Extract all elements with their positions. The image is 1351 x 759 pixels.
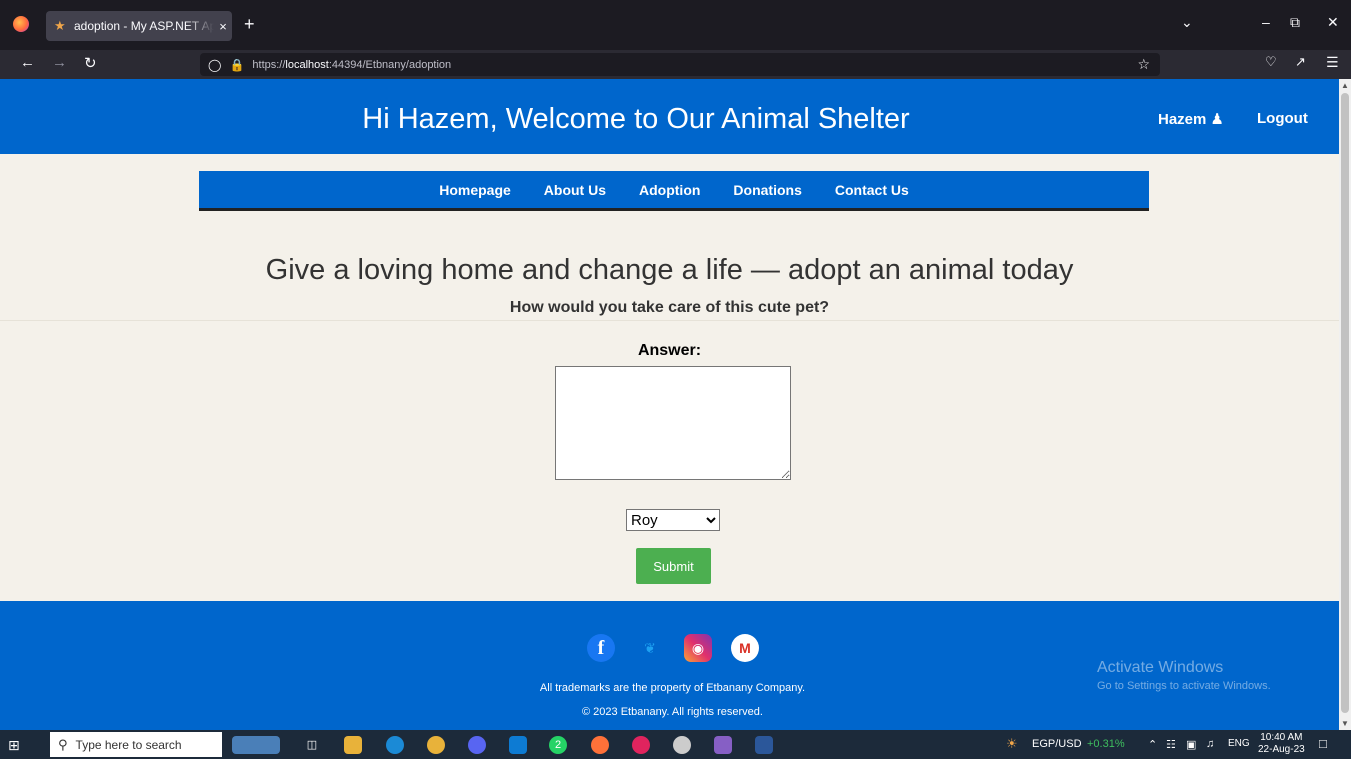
close-icon[interactable]: ✕ xyxy=(1327,14,1339,31)
visual-studio-icon[interactable] xyxy=(714,736,732,754)
menu-about-us[interactable]: About Us xyxy=(544,182,606,198)
chrome-icon[interactable] xyxy=(427,736,445,754)
ticker-change: +0.31% xyxy=(1087,738,1125,750)
edge-icon[interactable] xyxy=(386,736,404,754)
notification-icon[interactable]: □ xyxy=(1319,736,1327,751)
logout-link[interactable]: Logout xyxy=(1257,110,1308,127)
question-text: How would you take care of this cute pet… xyxy=(509,299,830,316)
activate-title: Activate Windows xyxy=(1097,659,1224,676)
menu-contact-us[interactable]: Contact Us xyxy=(835,182,909,198)
tray-network-icon[interactable]: ☷ xyxy=(1166,738,1176,751)
activate-subtitle: Go to Settings to activate Windows. xyxy=(1097,680,1271,692)
lead-heading: Give a loving home and change a life — a… xyxy=(265,254,1074,286)
firefox-icon[interactable] xyxy=(13,16,29,32)
web-page: Hi Hazem, Welcome to Our Animal Shelter … xyxy=(0,79,1339,730)
divider xyxy=(0,320,1339,321)
app-icon[interactable] xyxy=(673,736,691,754)
twitter-icon[interactable]: ❦ xyxy=(636,634,664,662)
answer-label: Answer: xyxy=(637,342,702,359)
minimize-icon[interactable]: – xyxy=(1262,14,1270,30)
clock-time: 10:40 AM xyxy=(1260,732,1303,743)
language-indicator[interactable]: ENG xyxy=(1228,738,1250,749)
user-icon: ♟ xyxy=(1210,111,1224,128)
submit-button[interactable]: Submit xyxy=(636,548,711,584)
new-tab-button[interactable]: + xyxy=(244,14,255,35)
answer-textarea[interactable] xyxy=(555,366,791,480)
scroll-down-icon[interactable]: ▼ xyxy=(1341,719,1349,728)
url-path: :44394/Etbnany/adoption xyxy=(328,58,452,71)
browser-tab-bar: ★ adoption - My ASP.NET Application × + … xyxy=(0,0,1351,50)
vscode-icon[interactable] xyxy=(509,736,527,754)
shield-icon[interactable]: ◯ xyxy=(208,58,221,72)
word-icon[interactable] xyxy=(755,736,773,754)
pocket-icon[interactable]: ♡ xyxy=(1265,54,1277,70)
whatsapp-icon[interactable]: 2 xyxy=(549,736,567,754)
menu-homepage[interactable]: Homepage xyxy=(439,182,511,198)
ticker-label[interactable]: EGP/USD xyxy=(1032,738,1082,750)
tab-title: adoption - My ASP.NET Application xyxy=(74,19,214,33)
firefox-taskbar-icon[interactable] xyxy=(591,736,609,754)
search-icon: ⚲ xyxy=(58,736,68,752)
scroll-up-icon[interactable]: ▲ xyxy=(1341,81,1349,90)
share-icon[interactable]: ↗ xyxy=(1295,54,1306,70)
scrollbar-thumb[interactable] xyxy=(1341,93,1349,713)
instagram-icon[interactable]: ◉ xyxy=(684,634,712,662)
tray-display-icon[interactable]: ▣ xyxy=(1186,738,1196,751)
menu-donations[interactable]: Donations xyxy=(733,182,801,198)
search-placeholder: Type here to search xyxy=(75,737,182,752)
url-prefix: https:// xyxy=(252,58,286,71)
search-highlight-icon[interactable] xyxy=(232,736,280,754)
tab-favicon-icon: ★ xyxy=(54,18,66,33)
volume-icon[interactable]: ♫ xyxy=(1206,738,1214,750)
taskbar-search[interactable]: ⚲ Type here to search xyxy=(50,732,222,757)
file-explorer-icon[interactable] xyxy=(344,736,362,754)
task-view-icon[interactable]: ◫ xyxy=(303,736,321,754)
media-player-icon[interactable] xyxy=(632,736,650,754)
discord-icon[interactable] xyxy=(468,736,486,754)
lock-icon[interactable]: 🔒 xyxy=(229,58,244,72)
page-scrollbar[interactable]: ▲ ▼ xyxy=(1339,79,1351,730)
reload-icon[interactable]: ↻ xyxy=(84,54,97,72)
tab-close-icon[interactable]: × xyxy=(214,19,232,34)
site-footer: f ❦ ◉ M All trademarks are the property … xyxy=(0,601,1339,730)
activate-windows-watermark: Activate Windows Go to Settings to activ… xyxy=(1097,659,1271,692)
tray-chevron-icon[interactable]: ⌃ xyxy=(1148,738,1157,751)
page-title: Hi Hazem, Welcome to Our Animal Shelter xyxy=(362,103,910,135)
site-header: Hi Hazem, Welcome to Our Animal Shelter … xyxy=(0,79,1339,154)
back-icon[interactable]: ← xyxy=(20,54,35,71)
url-bar[interactable]: ◯ 🔒 https:// localhost :44394/Etbnany/ad… xyxy=(200,53,1160,76)
url-host: localhost xyxy=(285,58,329,71)
chevron-down-icon[interactable]: ⌄ xyxy=(1181,14,1193,31)
browser-nav-bar: ← → ↻ ◯ 🔒 https:// localhost :44394/Etbn… xyxy=(0,50,1351,79)
facebook-icon[interactable]: f xyxy=(587,634,615,662)
user-name: Hazem xyxy=(1158,111,1207,128)
browser-tab[interactable]: ★ adoption - My ASP.NET Application × xyxy=(46,11,232,41)
notification-badge: 2 xyxy=(554,739,562,751)
windows-start-icon[interactable]: ⊞ xyxy=(8,737,20,754)
copyright-text: © 2023 Etbanany. All rights reserved. xyxy=(582,706,763,718)
pet-select[interactable]: Roy xyxy=(626,509,720,531)
main-menu: Homepage About Us Adoption Donations Con… xyxy=(199,171,1149,211)
user-link[interactable]: Hazem ♟ xyxy=(1158,110,1224,128)
menu-adoption[interactable]: Adoption xyxy=(639,182,700,198)
weather-icon[interactable]: ☀ xyxy=(1006,736,1018,752)
menu-icon[interactable]: ☰ xyxy=(1326,54,1339,71)
clock[interactable]: 10:40 AM 22-Aug-23 xyxy=(1258,732,1305,756)
clock-date: 22-Aug-23 xyxy=(1258,744,1305,755)
windows-taskbar: ⊞ ⚲ Type here to search ◫ 2 ☀ EGP/USD +0… xyxy=(0,730,1351,759)
restore-icon[interactable]: ⧉ xyxy=(1290,14,1300,31)
gmail-icon[interactable]: M xyxy=(731,634,759,662)
star-icon[interactable]: ☆ xyxy=(1137,56,1150,73)
forward-icon[interactable]: → xyxy=(52,54,67,71)
